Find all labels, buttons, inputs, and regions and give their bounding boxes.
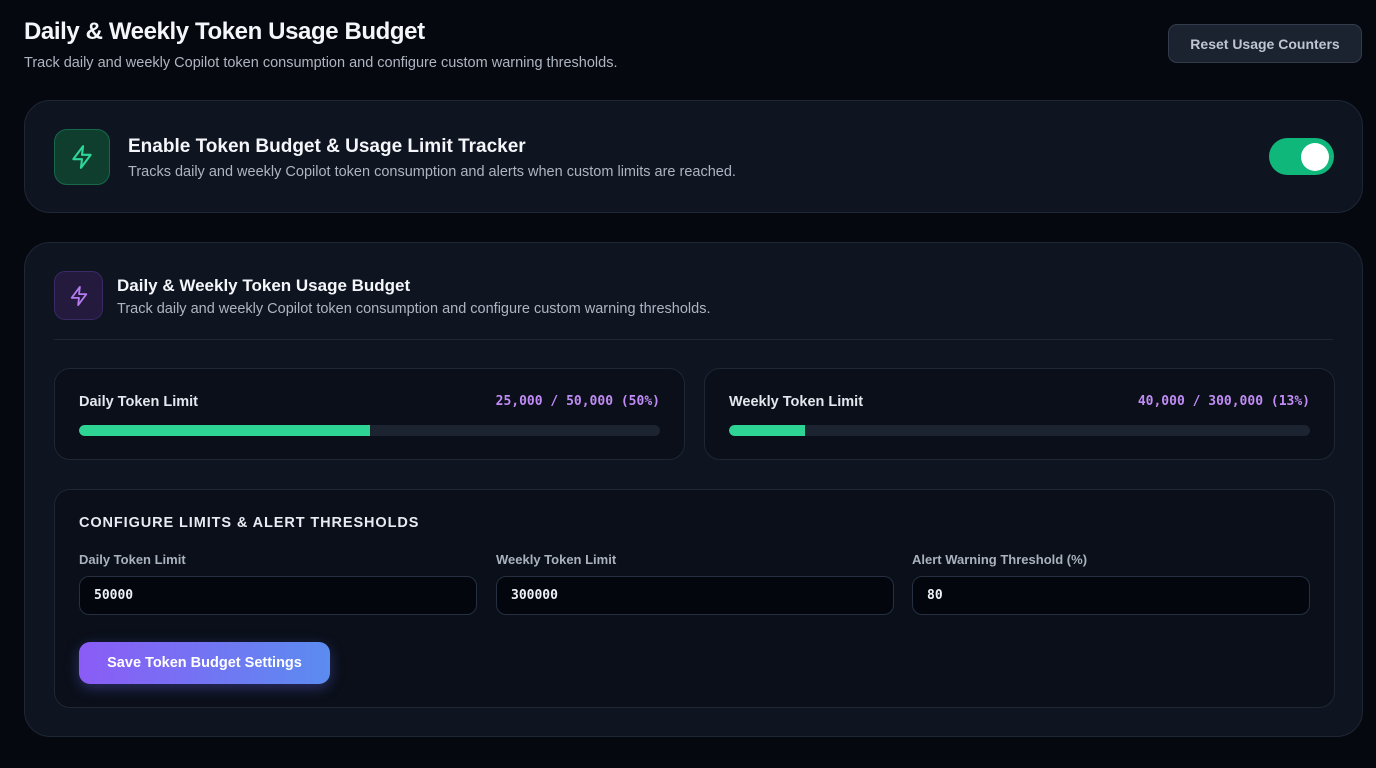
- configure-limits-panel: CONFIGURE LIMITS & ALERT THRESHOLDS Dail…: [54, 489, 1335, 708]
- page-subtitle: Track daily and weekly Copilot token con…: [24, 55, 618, 71]
- daily-progress-bar: [79, 425, 660, 436]
- daily-limit-input[interactable]: [79, 576, 477, 615]
- weekly-usage-value: 40,000 / 300,000 (13%): [1137, 394, 1310, 409]
- divider: [54, 339, 1333, 340]
- save-token-budget-button[interactable]: Save Token Budget Settings: [79, 642, 330, 684]
- daily-progress-fill: [79, 425, 370, 436]
- page-title: Daily & Weekly Token Usage Budget: [24, 18, 425, 45]
- lightning-bolt-icon: [54, 271, 103, 320]
- weekly-usage-label: Weekly Token Limit: [729, 394, 864, 410]
- daily-usage-value: 25,000 / 50,000 (50%): [495, 394, 660, 409]
- budget-card-title: Daily & Weekly Token Usage Budget: [117, 276, 411, 295]
- enable-tracker-card: Enable Token Budget & Usage Limit Tracke…: [24, 100, 1363, 213]
- daily-usage-panel: Daily Token Limit 25,000 / 50,000 (50%): [54, 368, 685, 460]
- daily-limit-field: Daily Token Limit: [79, 552, 477, 615]
- daily-limit-label: Daily Token Limit: [79, 552, 186, 567]
- lightning-bolt-icon: [54, 129, 110, 185]
- page-header: Daily & Weekly Token Usage Budget Track …: [24, 18, 617, 72]
- configure-limits-title: CONFIGURE LIMITS & ALERT THRESHOLDS: [79, 515, 420, 531]
- token-budget-card: Daily & Weekly Token Usage Budget Track …: [24, 242, 1363, 737]
- alert-threshold-label: Alert Warning Threshold (%): [912, 552, 1088, 567]
- budget-card-subtitle: Track daily and weekly Copilot token con…: [117, 301, 711, 317]
- toggle-knob: [1301, 142, 1329, 171]
- enable-tracker-title: Enable Token Budget & Usage Limit Tracke…: [128, 136, 526, 157]
- weekly-limit-label: Weekly Token Limit: [496, 552, 617, 567]
- daily-usage-label: Daily Token Limit: [79, 394, 198, 410]
- weekly-progress-bar: [729, 425, 1310, 436]
- alert-threshold-input[interactable]: [912, 576, 1310, 615]
- weekly-limit-field: Weekly Token Limit: [496, 552, 894, 615]
- weekly-usage-panel: Weekly Token Limit 40,000 / 300,000 (13%…: [704, 368, 1335, 460]
- reset-usage-counters-button[interactable]: Reset Usage Counters: [1168, 24, 1362, 63]
- alert-threshold-field: Alert Warning Threshold (%): [912, 552, 1310, 615]
- enable-tracker-toggle[interactable]: [1269, 138, 1334, 175]
- enable-tracker-description: Tracks daily and weekly Copilot token co…: [128, 164, 736, 180]
- weekly-limit-input[interactable]: [496, 576, 894, 615]
- weekly-progress-fill: [729, 425, 805, 436]
